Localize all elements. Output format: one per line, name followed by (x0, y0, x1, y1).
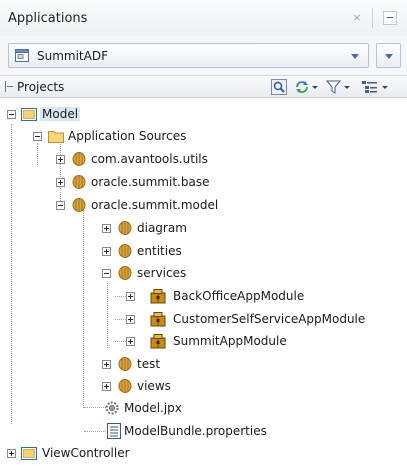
tree-item-label: ViewController (42, 446, 130, 460)
tree-item-label: test (137, 357, 161, 371)
expand-icon[interactable] (126, 292, 135, 301)
gear-icon (104, 400, 120, 416)
tree-item-application-sources[interactable]: Application Sources (0, 126, 407, 146)
filter-icon[interactable] (326, 79, 352, 95)
minimize-panel-button[interactable] (383, 11, 397, 25)
app-module-icon (150, 333, 166, 349)
header-separator (372, 8, 373, 28)
package-icon (71, 197, 87, 213)
tree-item-label: ModelBundle.properties (124, 424, 267, 438)
tree-item-package[interactable]: entities (0, 241, 407, 261)
close-panel-icon[interactable]: × (351, 12, 363, 24)
app-module-icon (150, 288, 166, 304)
tree-item-package[interactable]: oracle.summit.base (0, 172, 407, 192)
tree-item-label: CustomerSelfServiceAppModule (173, 312, 366, 326)
collapse-icon[interactable] (7, 110, 16, 119)
app-module-icon (150, 311, 166, 327)
package-icon (117, 243, 133, 259)
expand-icon[interactable] (102, 224, 111, 233)
sync-icon[interactable] (294, 79, 320, 95)
project-icon (21, 106, 37, 122)
expand-icon[interactable] (7, 449, 16, 458)
applications-panel: Applications × SummitADF Projects Model … (0, 0, 407, 467)
application-icon (15, 49, 29, 62)
tree-item-package[interactable]: services (0, 263, 407, 283)
package-icon (71, 174, 87, 190)
chevron-down-icon (351, 54, 359, 59)
tree-item-label: Application Sources (68, 129, 187, 143)
panel-title: Applications (8, 11, 88, 26)
tree-item-file[interactable]: Model.jpx (0, 398, 407, 418)
panel-header: Applications × (0, 0, 407, 36)
tree-item-app-module[interactable]: CustomerSelfServiceAppModule (0, 309, 407, 329)
project-icon (21, 445, 37, 461)
tree-item-file[interactable]: ModelBundle.properties (0, 421, 407, 441)
tree-item-label: diagram (137, 221, 187, 235)
collapse-projects-icon[interactable] (5, 81, 14, 92)
package-icon (117, 265, 133, 281)
project-tree: Model Application Sources com.avantools.… (0, 98, 407, 467)
tree-item-label: services (137, 266, 187, 280)
expand-icon[interactable] (102, 247, 111, 256)
tree-item-package[interactable]: com.avantools.utils (0, 149, 407, 169)
package-icon (71, 151, 87, 167)
properties-file-icon (106, 423, 122, 439)
tree-item-package[interactable]: oracle.summit.model (0, 195, 407, 215)
package-icon (117, 220, 133, 236)
search-icon[interactable] (271, 79, 287, 95)
tree-item-label: views (137, 379, 171, 393)
application-selector[interactable]: SummitADF (8, 43, 369, 68)
tree-item-label: BackOfficeAppModule (173, 289, 305, 303)
tree-item-package[interactable]: diagram (0, 218, 407, 238)
tree-item-label: Model.jpx (124, 401, 182, 415)
package-icon (117, 378, 133, 394)
collapse-icon[interactable] (102, 269, 111, 278)
expand-icon[interactable] (56, 178, 65, 187)
expand-icon[interactable] (126, 315, 135, 324)
collapse-icon[interactable] (33, 132, 42, 141)
tree-item-label: oracle.summit.base (91, 175, 210, 189)
expand-icon[interactable] (102, 382, 111, 391)
expand-icon[interactable] (56, 155, 65, 164)
application-selector-value: SummitADF (37, 49, 108, 63)
tree-item-label: Model (40, 107, 81, 121)
collapse-icon[interactable] (56, 201, 65, 210)
tree-item-label: com.avantools.utils (91, 152, 208, 166)
folder-icon (48, 128, 64, 144)
projects-title: Projects (17, 80, 65, 94)
tree-item-app-module[interactable]: SummitAppModule (0, 331, 407, 351)
tree-item-package[interactable]: views (0, 376, 407, 396)
tree-item-package[interactable]: test (0, 354, 407, 374)
tree-item-app-module[interactable]: BackOfficeAppModule (0, 286, 407, 306)
tree-item-label: SummitAppModule (173, 334, 287, 348)
expand-icon[interactable] (102, 360, 111, 369)
working-set-icon[interactable] (361, 79, 391, 95)
application-menu-button[interactable] (376, 43, 401, 68)
tree-item-label: oracle.summit.model (91, 198, 219, 212)
package-icon (117, 356, 133, 372)
expand-icon[interactable] (126, 337, 135, 346)
projects-toolbar: Projects (0, 75, 407, 98)
tree-item-label: entities (137, 244, 182, 258)
tree-item-view-controller[interactable]: ViewController (0, 443, 407, 463)
tree-item-model[interactable]: Model (0, 104, 407, 124)
